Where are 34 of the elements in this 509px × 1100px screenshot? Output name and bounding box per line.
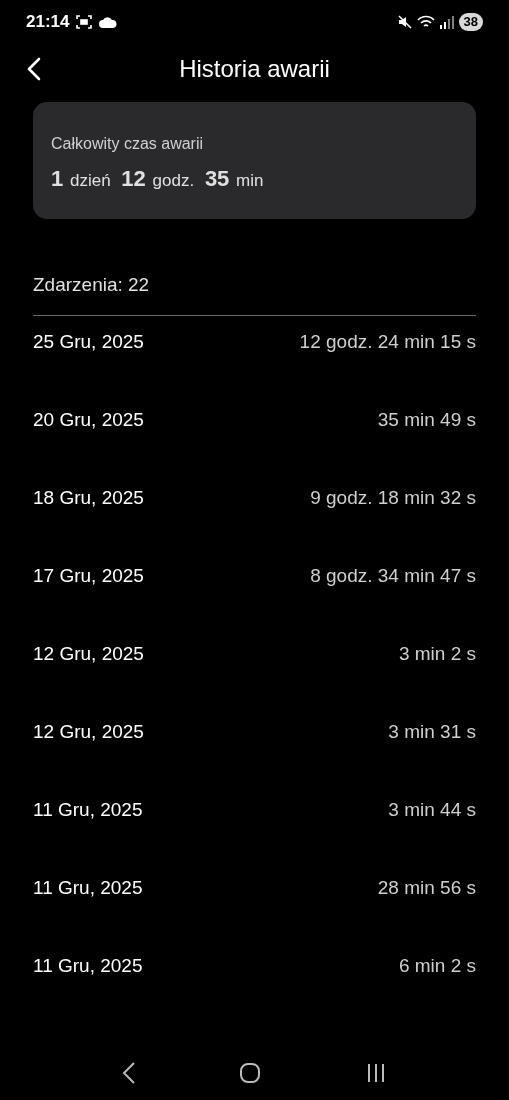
event-date: 25 Gru, 2025 [33,330,144,354]
event-duration: 35 min 49 s [377,408,476,432]
event-duration: 8 godz. 34 min 47 s [310,564,476,588]
battery-badge: 38 [458,13,483,31]
home-button[interactable] [239,1062,262,1084]
event-duration: 3 min 44 s [388,798,476,822]
wifi-icon [416,15,435,29]
event-duration: 12 godz. 24 min 15 s [299,330,476,354]
event-duration: 6 min 2 s [398,954,476,978]
event-date: 17 Gru, 2025 [33,564,144,588]
event-date: 11 Gru, 2025 [33,798,143,822]
events-count: Zdarzenia: 22 [33,273,151,297]
event-duration: 3 min 2 s [398,642,476,666]
home-icon [239,1062,262,1084]
event-date: 18 Gru, 2025 [33,486,144,510]
summary-label: Całkowity czas awarii [51,134,205,154]
event-duration: 28 min 56 s [377,876,476,900]
cloud-icon [99,16,118,28]
signal-icon [439,15,454,29]
event-date: 12 Gru, 2025 [33,720,144,744]
back-icon [27,57,41,81]
event-date: 11 Gru, 2025 [33,954,143,978]
event-date: 20 Gru, 2025 [33,408,144,432]
event-duration: 9 godz. 18 min 32 s [310,486,476,510]
total-duration: 1 dzień 12 godz. 35 min [51,165,265,193]
event-duration: 3 min 31 s [388,720,476,744]
event-date: 12 Gru, 2025 [33,642,144,666]
screenshot-icon [76,15,93,29]
nav-back-icon [121,1062,136,1084]
status-time: 21:14 [26,11,70,34]
event-date: 11 Gru, 2025 [33,876,143,900]
mute-icon [397,15,412,29]
nav-back-button[interactable] [121,1062,136,1084]
page-title: Historia awarii [179,54,330,84]
